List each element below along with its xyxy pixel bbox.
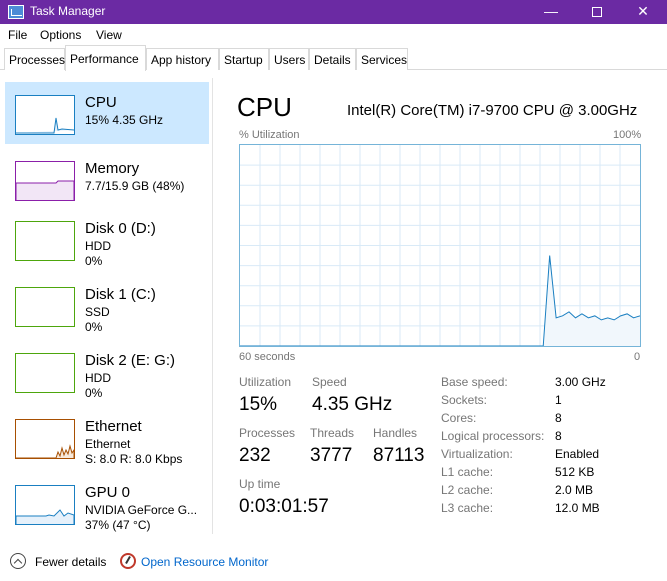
menu-options[interactable]: Options	[40, 28, 81, 42]
chevron-up-icon[interactable]	[10, 553, 26, 569]
speed-label: Speed	[312, 375, 347, 389]
tab-performance[interactable]: Performance	[65, 45, 146, 71]
maximize-button[interactable]	[574, 0, 620, 24]
spec-label: L1 cache:	[441, 465, 494, 479]
sidebar-memory-name: Memory	[85, 160, 140, 177]
y-axis-max-label: 100%	[613, 129, 642, 141]
open-resource-monitor-link[interactable]: Open Resource Monitor	[141, 555, 268, 569]
spec-value: 12.0 MB	[555, 501, 600, 515]
spec-label: Logical processors:	[441, 429, 545, 443]
spec-value: 8	[555, 411, 562, 425]
uptime-label: Up time	[239, 477, 281, 491]
cpu-utilization-graph	[239, 144, 641, 347]
sidebar-gpu-0-usage: 37% (47 °C)	[85, 518, 151, 532]
spec-value: 512 KB	[555, 465, 595, 479]
sidebar-ethernet-throughput: S: 8.0 R: 8.0 Kbps	[85, 452, 183, 466]
processes-label: Processes	[239, 426, 296, 440]
y-axis-label: % Utilization	[239, 129, 300, 141]
sidebar-cpu-name: CPU	[85, 94, 117, 111]
tab-users[interactable]: Users	[269, 48, 309, 70]
close-button[interactable]: ✕	[620, 0, 666, 24]
ethernet-thumbnail-graph	[15, 419, 75, 459]
spec-label: Virtualization:	[441, 447, 513, 461]
minimize-button[interactable]: —	[528, 0, 574, 24]
speed-value: 4.35 GHz	[312, 394, 393, 415]
tab-services[interactable]: Services	[356, 48, 408, 70]
sidebar-disk-1-type: SSD	[85, 305, 110, 319]
spec-label: L2 cache:	[441, 483, 494, 497]
menu-bar: File Options View	[0, 24, 667, 45]
sidebar-item-gpu-0[interactable]: GPU 0 NVIDIA GeForce G... 37% (47 °C)	[5, 472, 209, 534]
cpu-thumbnail-graph	[15, 95, 75, 135]
resource-sidebar: CPU 15% 4.35 GHz Memory 7.7/15.9 GB (48%…	[0, 78, 213, 534]
disk-0-thumbnail-graph	[15, 221, 75, 261]
utilization-value: 15%	[239, 394, 278, 415]
sidebar-item-memory[interactable]: Memory 7.7/15.9 GB (48%)	[5, 148, 209, 210]
handles-value: 87113	[373, 445, 425, 466]
gpu-0-thumbnail-graph	[15, 485, 75, 525]
spec-value: 3.00 GHz	[555, 375, 606, 389]
sidebar-gpu-0-model: NVIDIA GeForce G...	[85, 503, 198, 517]
menu-file[interactable]: File	[8, 28, 27, 42]
sidebar-disk-2-name: Disk 2 (E: G:)	[85, 352, 176, 369]
sidebar-ethernet-name: Ethernet	[85, 418, 142, 435]
title-bar: Task Manager — ✕	[0, 0, 667, 24]
utilization-label: Utilization	[239, 375, 292, 389]
sidebar-cpu-detail: 15% 4.35 GHz	[85, 113, 164, 127]
uptime-value: 0:03:01:57	[239, 496, 329, 517]
threads-value: 3777	[310, 445, 353, 466]
footer: Fewer details Open Resource Monitor	[0, 548, 667, 576]
tab-details[interactable]: Details	[309, 48, 356, 70]
x-axis-start-label: 60 seconds	[239, 351, 296, 363]
sidebar-disk-0-type: HDD	[85, 239, 111, 253]
processes-value: 232	[239, 445, 271, 466]
resource-monitor-icon[interactable]	[120, 553, 136, 569]
memory-thumbnail-graph	[15, 161, 75, 201]
sidebar-item-ethernet[interactable]: Ethernet Ethernet S: 8.0 R: 8.0 Kbps	[5, 406, 209, 468]
fewer-details-button[interactable]: Fewer details	[35, 555, 106, 569]
sidebar-item-cpu[interactable]: CPU 15% 4.35 GHz	[5, 82, 209, 144]
sidebar-memory-detail: 7.7/15.9 GB (48%)	[85, 179, 185, 193]
sidebar-item-disk-1[interactable]: Disk 1 (C:) SSD 0%	[5, 274, 209, 336]
sidebar-disk-2-type: HDD	[85, 371, 111, 385]
spec-label: Base speed:	[441, 375, 508, 389]
tab-bar: Processes Performance App history Startu…	[0, 45, 667, 71]
tab-app-history[interactable]: App history	[146, 48, 219, 70]
sidebar-gpu-0-name: GPU 0	[85, 484, 131, 501]
spec-label: Sockets:	[441, 393, 488, 407]
spec-label: L3 cache:	[441, 501, 494, 515]
sidebar-disk-1-name: Disk 1 (C:)	[85, 286, 156, 303]
spec-value: 2.0 MB	[555, 483, 594, 497]
threads-label: Threads	[310, 426, 355, 440]
sidebar-ethernet-adapter: Ethernet	[85, 437, 131, 451]
page-title: CPU	[237, 92, 292, 122]
x-axis-end-label: 0	[634, 351, 641, 363]
sidebar-disk-0-usage: 0%	[85, 254, 103, 268]
spec-label: Cores:	[441, 411, 477, 425]
task-manager-icon	[8, 5, 24, 19]
spec-value: 8	[555, 429, 562, 443]
tab-startup[interactable]: Startup	[219, 48, 269, 70]
spec-value: 1	[555, 393, 562, 407]
cpu-model-name: Intel(R) Core(TM) i7-9700 CPU @ 3.00GHz	[347, 102, 638, 119]
sidebar-disk-2-usage: 0%	[85, 386, 103, 400]
maximize-icon	[592, 7, 602, 17]
sidebar-disk-1-usage: 0%	[85, 320, 103, 334]
menu-view[interactable]: View	[96, 28, 122, 42]
window-title: Task Manager	[30, 4, 106, 18]
sidebar-disk-0-name: Disk 0 (D:)	[85, 220, 156, 237]
tab-processes[interactable]: Processes	[4, 48, 65, 70]
disk-2-thumbnail-graph	[15, 353, 75, 393]
sidebar-item-disk-0[interactable]: Disk 0 (D:) HDD 0%	[5, 208, 209, 270]
spec-value: Enabled	[555, 447, 600, 461]
cpu-utilization-plot	[240, 145, 640, 346]
handles-label: Handles	[373, 426, 418, 440]
sidebar-item-disk-2[interactable]: Disk 2 (E: G:) HDD 0%	[5, 340, 209, 402]
disk-1-thumbnail-graph	[15, 287, 75, 327]
